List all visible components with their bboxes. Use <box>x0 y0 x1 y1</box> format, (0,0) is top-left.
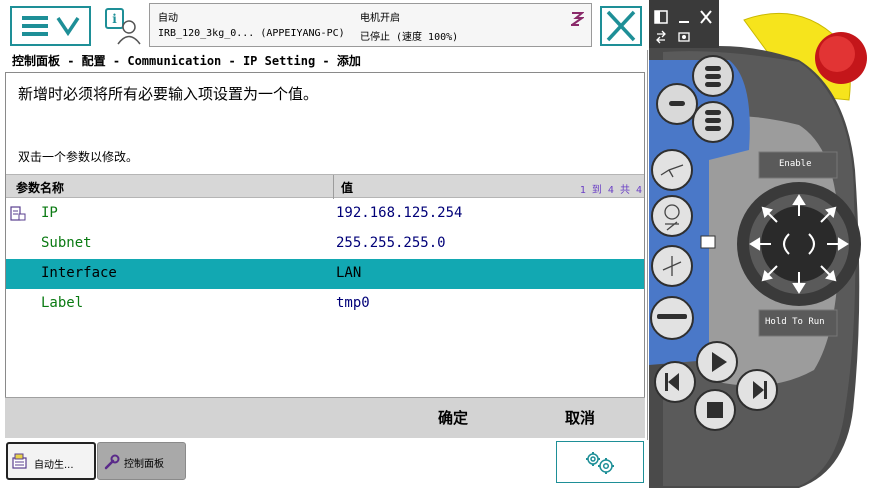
instruction-message: 新增时必须将所有必要输入项设置为一个值。 <box>18 85 319 103</box>
pendant-body-art <box>649 0 875 488</box>
page-indicator: 1 到 4 共 4 <box>579 185 642 196</box>
gears-icon <box>586 452 614 474</box>
parameter-icon <box>10 206 26 221</box>
column-header-parameter-name: 参数名称 <box>16 181 65 195</box>
wrench-icon <box>104 454 120 470</box>
close-button[interactable] <box>600 6 642 46</box>
parameter-value: 255.255.255.0 <box>336 235 446 251</box>
ip-setting-add-panel: 新增时必须将所有必要输入项设置为一个值。 双击一个参数以修改。 参数名称 值 1… <box>5 72 645 438</box>
quickset-button[interactable] <box>556 441 644 483</box>
cancel-button[interactable]: 取消 <box>565 407 595 428</box>
motor-state: 电机开启 <box>360 13 400 24</box>
hold-to-run-label: Hold To Run <box>765 317 825 327</box>
column-header-value: 值 <box>341 181 354 195</box>
window-control-icons <box>654 10 712 44</box>
flexpendant-screen: i 自动 IRB_120_3kg_0... (APPEIYANG-PC) 电机开… <box>0 0 648 488</box>
pendant-hardware: Enable Hold To Run <box>649 0 875 488</box>
svg-text:i: i <box>112 12 117 26</box>
parameter-value: LAN <box>336 265 362 281</box>
parameter-value: tmp0 <box>336 295 370 311</box>
edit-hint: 双击一个参数以修改。 <box>18 150 139 164</box>
column-divider[interactable] <box>333 175 334 199</box>
table-row[interactable]: Label tmp0 <box>6 289 644 319</box>
auto-program-icon <box>12 453 27 469</box>
table-row-selected[interactable]: Interface LAN <box>6 259 644 289</box>
menu-icon <box>22 16 80 37</box>
breadcrumb: 控制面板 - 配置 - Communication - IP Setting -… <box>12 54 361 68</box>
close-icon <box>606 10 636 42</box>
system-name: IRB_120_3kg_0... (APPEIYANG-PC) <box>158 28 345 39</box>
task-auto-production[interactable]: 自动生... <box>6 442 96 480</box>
info-user-icon: i <box>105 8 141 45</box>
action-bar: 确定 取消 <box>5 397 645 438</box>
main-menu-button[interactable] <box>10 6 91 46</box>
table-header: 参数名称 值 1 到 4 共 4 <box>6 174 644 199</box>
program-state: 已停止 (速度 100%) <box>360 32 459 43</box>
chevron-down-icon <box>56 17 80 37</box>
table-row[interactable]: Subnet 255.255.255.0 <box>6 229 644 259</box>
operating-mode: 自动 <box>158 13 178 24</box>
parameter-name: Interface <box>41 265 117 281</box>
table-row[interactable]: IP 192.168.125.254 <box>6 199 644 229</box>
parameter-name: Label <box>41 295 84 311</box>
task-control-panel[interactable]: 控制面板 <box>97 442 186 480</box>
robot-arm-icon <box>571 12 584 26</box>
window-controls <box>649 0 719 48</box>
parameter-name: Subnet <box>41 235 92 251</box>
top-bar: i 自动 IRB_120_3kg_0... (APPEIYANG-PC) 电机开… <box>0 0 648 50</box>
task-label: 自动生... <box>34 460 74 471</box>
taskbar: 自动生... 控制面板 <box>0 440 648 488</box>
event-log-button[interactable]: i <box>103 7 143 45</box>
parameter-value: 192.168.125.254 <box>336 205 463 221</box>
status-bar: 自动 IRB_120_3kg_0... (APPEIYANG-PC) 电机开启 … <box>149 3 592 47</box>
enable-label: Enable <box>779 159 812 169</box>
task-label: 控制面板 <box>124 459 164 470</box>
ok-button[interactable]: 确定 <box>438 407 468 428</box>
parameter-name: IP <box>41 205 58 221</box>
